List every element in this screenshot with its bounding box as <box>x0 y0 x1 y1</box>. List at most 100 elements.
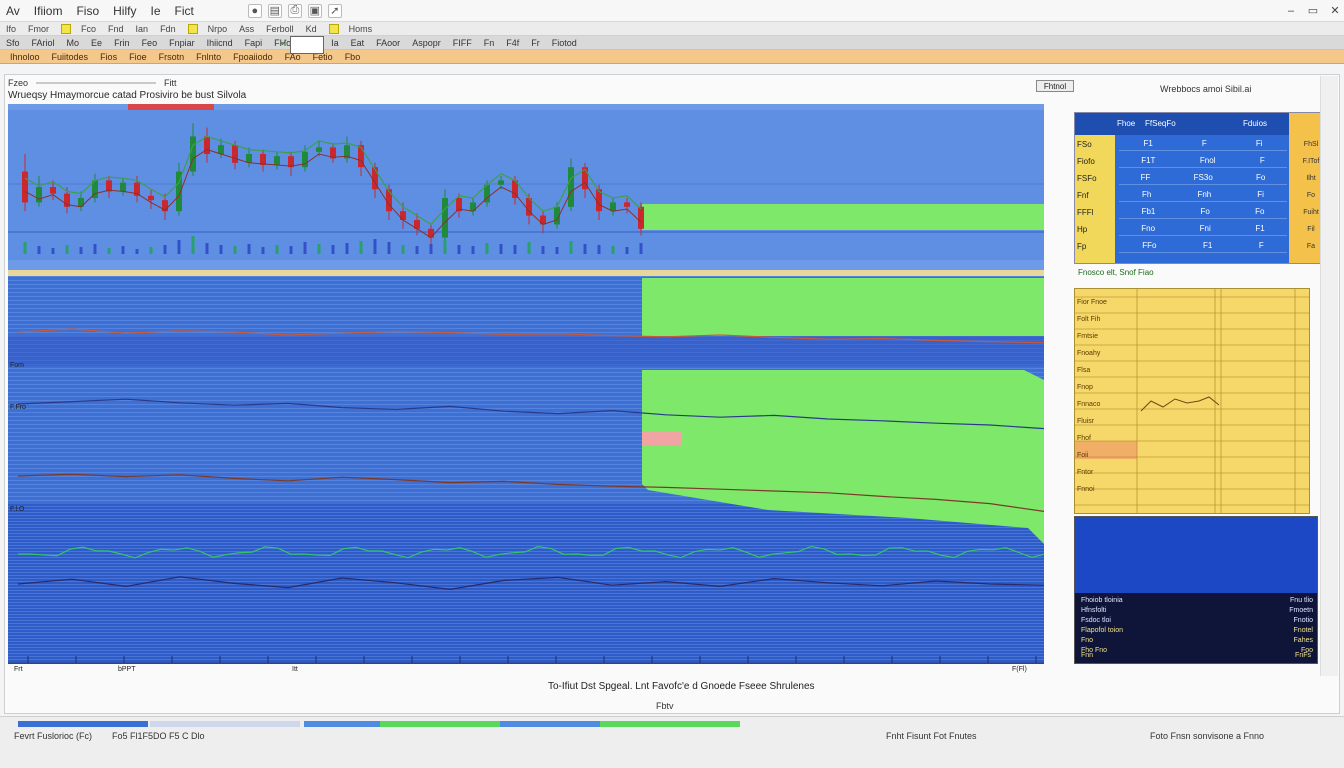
quote-row[interactable]: Fb1 Fo Fo <box>1119 205 1287 219</box>
volume-bar <box>261 247 265 254</box>
toolbar3-item-9[interactable]: Fbo <box>345 52 361 62</box>
toolbar2-item-5[interactable]: Feo <box>142 38 158 48</box>
candle-body <box>106 180 112 192</box>
toolbar2-item-6[interactable]: Fnpiar <box>169 38 195 48</box>
close-icon[interactable]: ✕ <box>1326 3 1344 19</box>
toolbar2-item-14[interactable]: FIFF <box>453 38 472 48</box>
menu-item-4[interactable]: Hilfy <box>113 4 136 18</box>
toolbar2-item-15[interactable]: Fn <box>484 38 495 48</box>
menu-item-6[interactable]: Fict <box>175 4 194 18</box>
circle-icon[interactable]: ● <box>247 3 262 18</box>
dark-table-cell: Fmoetn <box>1289 607 1313 614</box>
toolbar1-chip-2 <box>61 23 72 34</box>
dark-table-cell: Fno <box>1081 637 1094 644</box>
dark-table-row[interactable]: Fhoiob tloinia Fnu tlio <box>1081 597 1313 607</box>
dark-table-row[interactable]: Fho Fno Foo <box>1081 647 1313 657</box>
quote-row-label: Fp <box>1077 241 1087 251</box>
toolbar2-item-0[interactable]: Sfo <box>6 38 20 48</box>
dark-table-row[interactable]: Fsdoc tloi Fnotio <box>1081 617 1313 627</box>
menu-item-2[interactable]: Ifiiom <box>34 4 63 18</box>
toolbar1-item-9[interactable]: Kd <box>306 24 317 34</box>
toolbar2-item-18[interactable]: Fiotod <box>552 38 577 48</box>
toolbar1-item-10[interactable]: Homs <box>349 24 373 34</box>
toolbar2-item-4[interactable]: Frin <box>114 38 130 48</box>
toolbar3-item-6[interactable]: Fpoaiiodo <box>233 52 273 62</box>
volume-bar <box>275 245 279 254</box>
quote-row[interactable]: F1T Fnol F <box>1119 154 1287 168</box>
toolbar1-item-1[interactable]: Fmor <box>28 24 49 34</box>
toolbar2-item-10[interactable]: Ia <box>331 38 339 48</box>
toolbar1-item-0[interactable]: Ifo <box>6 24 16 34</box>
toolbar2-item-8[interactable]: Fapi <box>245 38 263 48</box>
toolbar3-item-5[interactable]: Fnlnto <box>196 52 221 62</box>
toolbar2-item-7[interactable]: Ihiicnd <box>207 38 233 48</box>
toolbar2-item-16[interactable]: F4f <box>506 38 519 48</box>
vertical-scrollbar[interactable] <box>1320 76 1338 676</box>
volume-bar <box>317 244 321 254</box>
status-input-box[interactable] <box>290 36 324 54</box>
toolbar1-item-3[interactable]: Fnd <box>108 24 124 34</box>
toolbar3-item-1[interactable]: Fuiitodes <box>52 52 89 62</box>
clipboard-icon[interactable]: ▤ <box>267 3 282 18</box>
toolbar3-item-3[interactable]: Fioe <box>129 52 147 62</box>
quote-cell: Fo <box>1256 173 1266 182</box>
toolbar1-item-5[interactable]: Fdn <box>160 24 176 34</box>
axis-bottom-2: bPPT <box>118 666 136 673</box>
toolbar1-item-8[interactable]: Ferboll <box>266 24 294 34</box>
dark-data-table[interactable]: Fhoiob tloinia Fnu tlio Hfnsfolti Fmoetn Fsd… <box>1074 516 1318 664</box>
yellow-row-label: Fnnaco <box>1077 401 1101 408</box>
toolbar2-item-11[interactable]: Eat <box>351 38 365 48</box>
toolbar1-item-2[interactable]: Fco <box>81 24 96 34</box>
quote-row[interactable]: FFo F1 F <box>1119 239 1287 253</box>
yellow-data-table[interactable]: Fior Fnoe Folt Fih Fmtsie Fnoahy Flsa Fnop Fnn… <box>1074 288 1310 514</box>
menu-item-1[interactable]: Av <box>6 4 20 18</box>
dark-table-row[interactable]: Hfnsfolti Fmoetn <box>1081 607 1313 617</box>
toolbar2-item-2[interactable]: Mo <box>67 38 80 48</box>
quote-cell: Fo <box>1200 207 1210 216</box>
quote-row[interactable]: F1 F Fi <box>1119 137 1287 151</box>
quote-row[interactable]: Fh Fnh Fi <box>1119 188 1287 202</box>
toolbar3-item-2[interactable]: Fios <box>100 52 117 62</box>
print-icon[interactable]: ⎙ <box>287 3 302 18</box>
toolbar3-item-0[interactable]: Ihnoloo <box>10 52 40 62</box>
volume-bar <box>401 245 405 254</box>
maximize-icon[interactable]: ▭ <box>1304 3 1322 19</box>
minimize-icon[interactable]: – <box>1282 3 1300 19</box>
upper-panel-stripe <box>8 110 1044 260</box>
quote-row[interactable]: Fno Fni F1 <box>1119 222 1287 236</box>
toolbar2-item-17[interactable]: Fr <box>531 38 540 48</box>
volume-bar <box>93 244 97 254</box>
save-icon[interactable]: ▣ <box>307 3 322 18</box>
dark-table-row[interactable]: Fno Fahes <box>1081 637 1313 647</box>
quote-cell: F1 <box>1255 224 1265 233</box>
toolbar2-item-1[interactable]: FAriol <box>32 38 55 48</box>
status-bar: Fevrt Fuslorioc (Fc) Fo5 Fl1F5DO F5 C Dl… <box>0 716 1344 768</box>
toolbar1-item-7[interactable]: Ass <box>239 24 254 34</box>
toolbar2-item-13[interactable]: Aspopr <box>412 38 441 48</box>
dark-table-top <box>1075 517 1317 593</box>
volume-bar <box>233 246 237 254</box>
quote-cell: FF <box>1140 173 1151 182</box>
toolbar3-item-4[interactable]: Frsotn <box>159 52 185 62</box>
dark-table-cell: Fnu tlio <box>1290 597 1313 604</box>
dark-table-cell: Hfnsfolti <box>1081 607 1107 614</box>
menu-item-3[interactable]: Fiso <box>76 4 99 18</box>
toolbar1-item-4[interactable]: Ian <box>136 24 149 34</box>
chart-tab-row: Fzeo Fitt <box>8 76 177 90</box>
volume-bar <box>443 240 447 254</box>
arrow-icon[interactable]: ➚ <box>327 3 342 18</box>
toolbar1-item-6[interactable]: Nrpo <box>208 24 228 34</box>
quote-row[interactable]: FF FS3o Fo <box>1119 171 1287 185</box>
quote-table[interactable]: Fhoe FfSeqFo Fduios FSo F1 F Fi FhSl Fiofo F1T… <box>1074 112 1334 264</box>
quote-col-1: Fhoe <box>1117 119 1136 128</box>
price-chart[interactable] <box>8 104 1044 664</box>
right-badge[interactable]: Fhtnol <box>1036 80 1074 92</box>
toolbar2-item-12[interactable]: FAoor <box>376 38 400 48</box>
volume-bar <box>219 245 223 254</box>
toolbar2-item-3[interactable]: Ee <box>91 38 102 48</box>
candle-body <box>386 189 392 212</box>
menu-item-5[interactable]: Ie <box>150 4 160 18</box>
chart-tab[interactable]: Fzeo <box>8 78 28 88</box>
dark-table-row[interactable]: Flapofol toion Fnotel <box>1081 627 1313 637</box>
page-number: Fbtv <box>656 701 674 711</box>
